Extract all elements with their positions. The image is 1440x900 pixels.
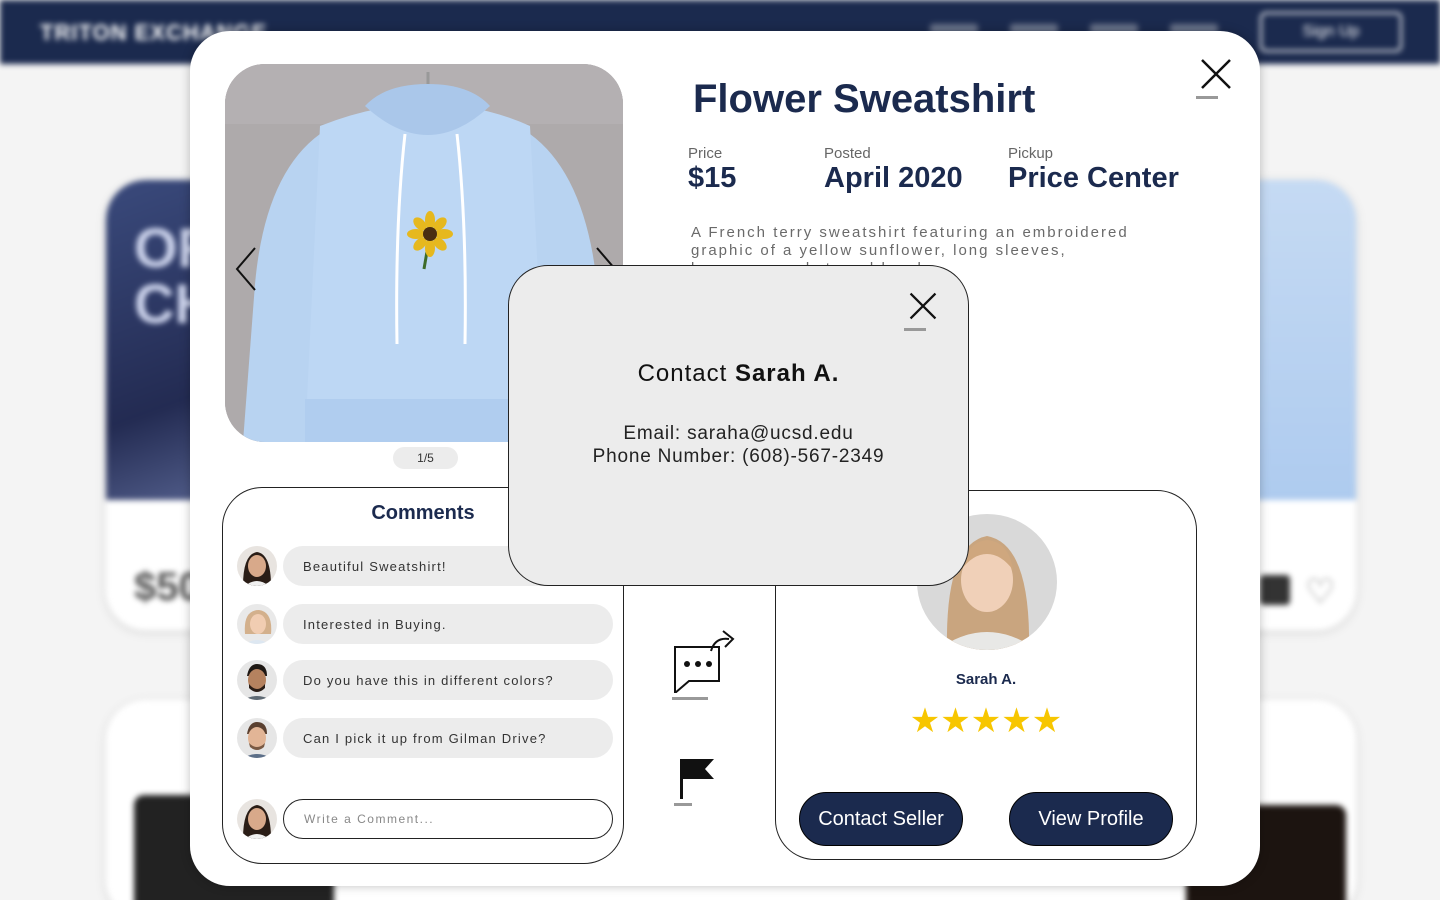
commenter-avatar [237, 604, 277, 644]
background-signup-button: Sign Up [1260, 12, 1402, 52]
close-modal-icon[interactable] [1198, 56, 1234, 92]
comment-item: Can I pick it up from Gilman Drive? [237, 718, 613, 758]
contact-details: Email: saraha@ucsd.edu Phone Number: (60… [509, 422, 968, 468]
share-icon-caption [672, 697, 708, 700]
previous-image-arrow[interactable] [231, 244, 261, 294]
pickup-block: Pickup Price Center [1008, 145, 1179, 195]
seller-rating-stars: ★★★★★ [909, 702, 1063, 740]
heart-icon: ♡ [1305, 573, 1336, 611]
comment-bubble: Can I pick it up from Gilman Drive? [283, 718, 613, 758]
close-popup-icon[interactable] [907, 290, 939, 322]
comment-bubble: Do you have this in different colors? [283, 660, 613, 700]
listing-title: Flower Sweatshirt [693, 77, 1036, 121]
price-label: Price [688, 145, 723, 162]
contact-seller-button[interactable]: Contact Seller [799, 792, 963, 846]
commenter-avatar [237, 660, 277, 700]
contact-popup-title: Contact Sarah A. [509, 360, 968, 388]
posted-label: Posted [824, 145, 871, 162]
posted-value: April 2020 [824, 162, 963, 194]
contact-title-prefix: Contact [637, 360, 728, 387]
commenter-avatar [237, 546, 277, 586]
comment-item: Do you have this in different colors? [237, 660, 613, 700]
price-value: $15 [688, 162, 737, 194]
comment-item: Interested in Buying. [237, 604, 613, 644]
contact-popup: Contact Sarah A. Email: saraha@ucsd.edu … [508, 265, 969, 586]
share-message-icon[interactable] [671, 629, 735, 696]
cart-icon [1260, 575, 1290, 605]
close-popup-caption [904, 328, 926, 331]
price-block: Price $15 [688, 145, 736, 195]
view-profile-button[interactable]: View Profile [1009, 792, 1173, 846]
image-counter: 1/5 [393, 447, 458, 469]
comment-input[interactable] [283, 799, 613, 839]
seller-phone[interactable]: Phone Number: (608)-567-2349 [509, 445, 968, 468]
seller-name: Sarah A. [955, 671, 1017, 688]
flag-icon-caption [674, 803, 692, 806]
contact-seller-name: Sarah A. [734, 360, 840, 387]
seller-email[interactable]: Email: saraha@ucsd.edu [509, 422, 968, 445]
comment-bubble: Interested in Buying. [283, 604, 613, 644]
current-user-avatar [237, 799, 277, 839]
commenter-avatar [237, 718, 277, 758]
pickup-value: Price Center [1008, 162, 1179, 194]
close-icon-caption [1196, 96, 1218, 99]
pickup-label: Pickup [1008, 145, 1054, 162]
posted-block: Posted April 2020 [824, 145, 963, 195]
report-flag-icon[interactable] [678, 757, 718, 801]
